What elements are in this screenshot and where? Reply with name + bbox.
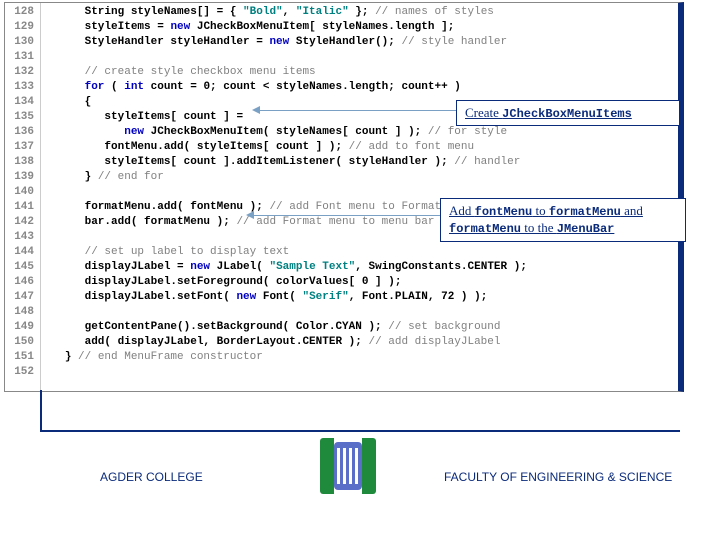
code-line: add( displayJLabel, BorderLayout.CENTER … [45,335,678,350]
line-number: 137 [5,140,40,155]
line-number: 133 [5,80,40,95]
line-number: 142 [5,215,40,230]
c2-m2: formatMenu [549,205,621,219]
line-number: 132 [5,65,40,80]
code-line: } // end for [45,170,678,185]
line-number: 146 [5,275,40,290]
line-number: 148 [5,305,40,320]
code-line [45,365,678,380]
footer-stem [40,390,42,430]
code-body: String styleNames[] = { "Bold", "Italic"… [41,3,678,391]
code-line: displayJLabel = new JLabel( "Sample Text… [45,260,678,275]
code-editor: 1281291301311321331341351361371381391401… [4,2,684,392]
code-line: styleItems[ count ].addItemListener( sty… [45,155,678,170]
line-number: 131 [5,50,40,65]
line-number: 143 [5,230,40,245]
line-number: 135 [5,110,40,125]
footer-left: AGDER COLLEGE [100,470,203,484]
code-line: StyleHandler styleHandler = new StyleHan… [45,35,678,50]
code-line: displayJLabel.setFont( new Font( "Serif"… [45,290,678,305]
callout-arrow-1 [256,110,456,111]
code-line: displayJLabel.setForeground( colorValues… [45,275,678,290]
c2-m4: JMenuBar [557,222,615,236]
code-line: for ( int count = 0; count < styleNames.… [45,80,678,95]
code-line: getContentPane().setBackground( Color.CY… [45,320,678,335]
code-line [45,305,678,320]
line-number: 130 [5,35,40,50]
footer-right: FACULTY OF ENGINEERING & SCIENCE [444,470,672,484]
line-number: 150 [5,335,40,350]
code-line: new JCheckBoxMenuItem( styleNames[ count… [45,125,678,140]
college-logo [320,438,376,494]
line-number: 129 [5,20,40,35]
c2-w2: to [532,203,549,218]
code-line: String styleNames[] = { "Bold", "Italic"… [45,5,678,20]
code-line: fontMenu.add( styleItems[ count ] ); // … [45,140,678,155]
c2-w4: to the [521,220,557,235]
c2-m3: formatMenu [449,222,521,236]
callout1-mono: JCheckBoxMenuItems [502,107,632,121]
code-line [45,50,678,65]
line-number: 140 [5,185,40,200]
line-gutter: 1281291301311321331341351361371381391401… [5,3,41,391]
line-number: 134 [5,95,40,110]
callout-add-menus: Add fontMenu to formatMenu and formatMen… [440,198,686,242]
line-number: 145 [5,260,40,275]
footer-rule [40,430,680,432]
line-number: 139 [5,170,40,185]
callout-create-items: Create JCheckBoxMenuItems [456,100,680,126]
line-number: 144 [5,245,40,260]
code-line: styleItems = new JCheckBoxMenuItem[ styl… [45,20,678,35]
c2-m1: fontMenu [475,205,533,219]
line-number: 128 [5,5,40,20]
line-number: 152 [5,365,40,380]
line-number: 141 [5,200,40,215]
line-number: 151 [5,350,40,365]
code-line: } // end MenuFrame constructor [45,350,678,365]
callout1-text: Create [465,105,502,120]
code-line: // create style checkbox menu items [45,65,678,80]
line-number: 149 [5,320,40,335]
line-number: 136 [5,125,40,140]
line-number: 147 [5,290,40,305]
callout-arrow-2 [250,215,440,216]
code-line: // set up label to display text [45,245,678,260]
line-number: 138 [5,155,40,170]
c2-w1: Add [449,203,475,218]
c2-w3: and [621,203,643,218]
